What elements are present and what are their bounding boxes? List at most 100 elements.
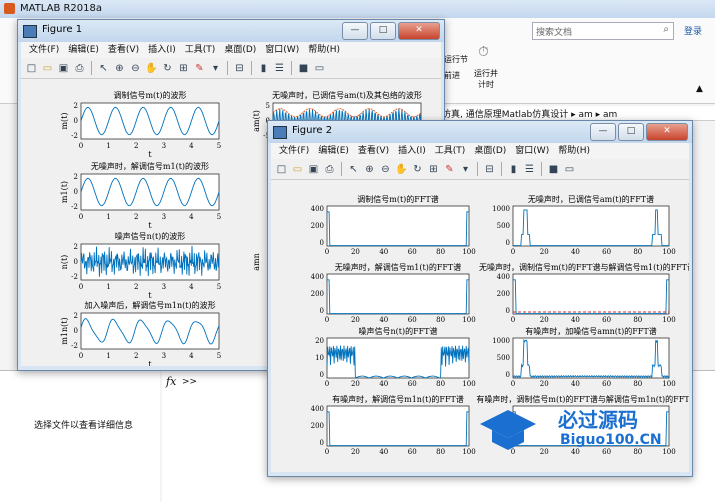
menu-desktop[interactable]: 桌面(D) xyxy=(224,42,256,58)
ylabel: amn xyxy=(252,253,261,271)
print-icon[interactable]: ⎙ xyxy=(73,62,86,75)
pan-icon[interactable]: ✋ xyxy=(145,62,158,75)
dropdown-arrow-icon[interactable]: ▾ xyxy=(459,163,472,176)
save-icon[interactable]: ▣ xyxy=(307,163,320,176)
menu-edit[interactable]: 编辑(E) xyxy=(68,42,99,58)
menu-insert[interactable]: 插入(I) xyxy=(148,42,176,58)
minimize-button[interactable]: — xyxy=(342,22,368,40)
xtick-label: 40 xyxy=(379,248,388,256)
ribbon-run-advance[interactable]: 运行并 计时 xyxy=(474,68,498,90)
figure2-title: Figure 2 xyxy=(292,125,333,136)
open-icon[interactable]: ▭ xyxy=(291,163,304,176)
link-plot-icon[interactable]: ⊟ xyxy=(483,163,496,176)
menu-window[interactable]: 窗口(W) xyxy=(265,42,299,58)
menu-help[interactable]: 帮助(H) xyxy=(308,42,340,58)
search-box[interactable]: 搜索文档 ⌕ xyxy=(532,22,674,40)
minimize-button[interactable]: — xyxy=(590,123,616,141)
hide-tools-icon[interactable]: ■ xyxy=(297,62,310,75)
close-button[interactable]: ✕ xyxy=(646,123,688,141)
pointer-icon[interactable]: ↖ xyxy=(97,62,110,75)
plot-area[interactable] xyxy=(80,312,220,350)
zoom-out-icon[interactable]: ⊖ xyxy=(129,62,142,75)
plot-area[interactable] xyxy=(326,205,470,247)
menu-insert[interactable]: 插入(I) xyxy=(398,143,426,159)
ytick-label: 2 xyxy=(74,102,78,110)
data-cursor-icon[interactable]: ⊞ xyxy=(427,163,440,176)
menu-view[interactable]: 查看(V) xyxy=(358,143,389,159)
plot-area[interactable] xyxy=(326,405,470,447)
rotate-icon[interactable]: ↻ xyxy=(161,62,174,75)
pointer-icon[interactable]: ↖ xyxy=(347,163,360,176)
xtick-label: 3 xyxy=(162,283,166,291)
plot-area[interactable] xyxy=(326,337,470,379)
dock-icon[interactable]: ▭ xyxy=(313,62,326,75)
xtick-label: 80 xyxy=(436,248,445,256)
zoom-out-icon[interactable]: ⊖ xyxy=(379,163,392,176)
open-icon[interactable]: ▭ xyxy=(41,62,54,75)
print-icon[interactable]: ⎙ xyxy=(323,163,336,176)
ytick-label: -2 xyxy=(71,203,78,211)
zoom-in-icon[interactable]: ⊕ xyxy=(363,163,376,176)
new-figure-icon[interactable]: □ xyxy=(25,62,38,75)
save-icon[interactable]: ▣ xyxy=(57,62,70,75)
watermark: 必过源码 Biguo100.CN xyxy=(478,402,678,458)
ytick-label: 0 xyxy=(320,239,324,247)
search-input[interactable]: 搜索文档 xyxy=(536,25,572,38)
brush-icon[interactable]: ✎ xyxy=(193,62,206,75)
ytick-label: 0 xyxy=(74,258,78,266)
current-path[interactable]: 调制仿真, 通信原理Matlab仿真设计 ▸ am ▸ am xyxy=(424,107,617,120)
colorbar-icon[interactable]: ▮ xyxy=(507,163,520,176)
xtick-label: 100 xyxy=(662,380,675,388)
xtick-label: 60 xyxy=(602,316,611,324)
menu-help[interactable]: 帮助(H) xyxy=(558,143,590,159)
collapse-icon[interactable]: ▲ xyxy=(696,84,703,94)
login-button[interactable]: 登录 xyxy=(684,24,702,37)
close-button[interactable]: ✕ xyxy=(398,22,440,40)
menu-window[interactable]: 窗口(W) xyxy=(515,143,549,159)
pan-icon[interactable]: ✋ xyxy=(395,163,408,176)
menu-file[interactable]: 文件(F) xyxy=(279,143,309,159)
ytick-label: 500 xyxy=(497,354,510,362)
legend-icon[interactable]: ☰ xyxy=(523,163,536,176)
menu-desktop[interactable]: 桌面(D) xyxy=(474,143,506,159)
rotate-icon[interactable]: ↻ xyxy=(411,163,424,176)
figure1-titlebar[interactable]: Figure 1 — □ ✕ xyxy=(18,20,444,42)
ytick-label: 5 xyxy=(266,102,270,110)
xlabel: t xyxy=(148,150,152,159)
brush-icon[interactable]: ✎ xyxy=(443,163,456,176)
dropdown-arrow-icon[interactable]: ▾ xyxy=(209,62,222,75)
maximize-button[interactable]: □ xyxy=(618,123,644,141)
xtick-label: 5 xyxy=(217,352,221,360)
new-figure-icon[interactable]: □ xyxy=(275,163,288,176)
ribbon-run-section[interactable]: 运行节 xyxy=(444,54,468,65)
xtick-label: 3 xyxy=(162,142,166,150)
legend-icon[interactable]: ☰ xyxy=(273,62,286,75)
plot-area[interactable] xyxy=(512,205,670,247)
f2-axes-2: 无噪声时，解调信号m1(t)的FFT谱 400 200 00 20 40 60 80 100 xyxy=(311,262,476,324)
figure2-titlebar[interactable]: Figure 2 — □ ✕ xyxy=(268,121,692,143)
search-icon: ⌕ xyxy=(663,24,669,35)
xlabel: t xyxy=(148,291,152,300)
dock-icon[interactable]: ▭ xyxy=(563,163,576,176)
menu-tools[interactable]: 工具(T) xyxy=(185,42,216,58)
zoom-in-icon[interactable]: ⊕ xyxy=(113,62,126,75)
menu-edit[interactable]: 编辑(E) xyxy=(318,143,349,159)
maximize-button[interactable]: □ xyxy=(370,22,396,40)
menu-tools[interactable]: 工具(T) xyxy=(435,143,466,159)
xtick-label: 20 xyxy=(540,380,549,388)
plot-area[interactable] xyxy=(512,337,670,379)
hide-tools-icon[interactable]: ■ xyxy=(547,163,560,176)
plot-area[interactable] xyxy=(326,273,470,315)
colorbar-icon[interactable]: ▮ xyxy=(257,62,270,75)
menu-view[interactable]: 查看(V) xyxy=(108,42,139,58)
xtick-label: 20 xyxy=(351,316,360,324)
data-cursor-icon[interactable]: ⊞ xyxy=(177,62,190,75)
menu-file[interactable]: 文件(F) xyxy=(29,42,59,58)
link-plot-icon[interactable]: ⊟ xyxy=(233,62,246,75)
ribbon-advance[interactable]: 前进 xyxy=(444,70,460,81)
xtick-label: 60 xyxy=(408,316,417,324)
xtick-label: 1 xyxy=(106,283,110,291)
xtick-label: 80 xyxy=(436,380,445,388)
xtick-label: 80 xyxy=(436,448,445,456)
plot-area[interactable] xyxy=(512,273,670,315)
